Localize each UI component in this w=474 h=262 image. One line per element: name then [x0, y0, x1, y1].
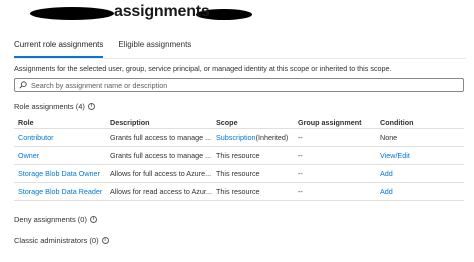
condition-add-link[interactable]: Add: [380, 183, 460, 200]
condition-view-edit-link[interactable]: View/Edit: [380, 147, 460, 164]
deny-assignments-header: Deny assignments (0) i: [14, 215, 97, 224]
search-box[interactable]: [14, 78, 464, 92]
info-icon[interactable]: i: [87, 103, 95, 110]
tab-eligible-assignments[interactable]: Eligible assignments: [118, 40, 191, 58]
role-link-contributor[interactable]: Contributor: [18, 129, 108, 146]
tab-bar: Current role assignments Eligible assign…: [14, 40, 191, 58]
redacted-block-left: [30, 7, 114, 20]
table-row: Storage Blob Data Owner Allows for full …: [14, 165, 464, 183]
search-input[interactable]: [31, 80, 451, 90]
role-description: Grants full access to manage ...: [110, 151, 212, 160]
scope-inherited-label: (Inherited): [255, 133, 289, 142]
page-title: assignments: [114, 3, 210, 20]
role-assignments-table: Role Description Scope Group assignment …: [14, 116, 464, 201]
scope-value: This resource: [216, 169, 260, 178]
role-description: Grants full access to manage ...: [110, 133, 212, 142]
role-link-storage-blob-data-reader[interactable]: Storage Blob Data Reader: [18, 183, 108, 200]
classic-administrators-label: Classic administrators (0): [14, 236, 99, 245]
table-row: Storage Blob Data Reader Allows for read…: [14, 183, 464, 201]
role-description: Allows for read access to Azur...: [110, 187, 212, 196]
group-assignment-value: --: [298, 151, 303, 160]
classic-administrators-header: Classic administrators (0) i: [14, 236, 109, 245]
table-row: Contributor Grants full access to manage…: [14, 129, 464, 147]
info-icon[interactable]: i: [101, 237, 109, 244]
scope-cell: Subscription (Inherited): [216, 129, 296, 146]
deny-assignments-label: Deny assignments (0): [14, 215, 87, 224]
table-row: Owner Grants full access to manage ... T…: [14, 147, 464, 165]
role-description: Allows for full access to Azure...: [110, 169, 212, 178]
column-header-description[interactable]: Description: [110, 116, 212, 128]
role-assignments-label: Role assignments (4): [14, 102, 85, 111]
tabs-divider: [14, 58, 466, 59]
scope-value: This resource: [216, 187, 260, 196]
column-header-group-assignment[interactable]: Group assignment: [298, 116, 378, 128]
group-assignment-value: --: [298, 133, 303, 142]
column-header-role[interactable]: Role: [18, 116, 108, 128]
scope-value: This resource: [216, 151, 260, 160]
table-header-row: Role Description Scope Group assignment …: [14, 116, 464, 129]
role-link-storage-blob-data-owner[interactable]: Storage Blob Data Owner: [18, 165, 108, 182]
info-icon[interactable]: i: [89, 216, 97, 223]
column-header-scope[interactable]: Scope: [216, 116, 296, 128]
role-assignments-header: Role assignments (4) i: [14, 102, 95, 111]
role-link-owner[interactable]: Owner: [18, 147, 108, 164]
group-assignment-value: --: [298, 187, 303, 196]
assignments-description: Assignments for the selected user, group…: [14, 64, 392, 73]
column-header-condition[interactable]: Condition: [380, 116, 460, 128]
group-assignment-value: --: [298, 169, 303, 178]
tab-current-role-assignments[interactable]: Current role assignments: [14, 40, 104, 58]
search-icon: [19, 81, 27, 89]
condition-add-link[interactable]: Add: [380, 165, 460, 182]
condition-value: None: [380, 133, 398, 142]
scope-link-subscription[interactable]: Subscription: [216, 133, 256, 142]
